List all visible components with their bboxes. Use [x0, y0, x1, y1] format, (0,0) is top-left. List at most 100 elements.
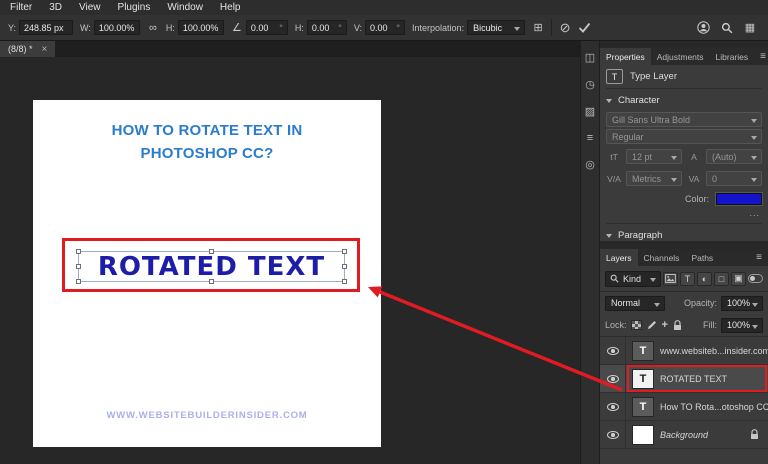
- menu-view[interactable]: View: [79, 2, 101, 13]
- tab-layers[interactable]: Layers: [600, 249, 638, 266]
- lock-fill-row: Lock: + Fill: 100%: [600, 314, 768, 336]
- y-position-input[interactable]: 248.85 px: [19, 20, 73, 35]
- type-layer-thumbnail[interactable]: T: [633, 370, 653, 388]
- transform-bounding-box[interactable]: ROTATED TEXT: [78, 251, 345, 282]
- properties-panel-menu-icon[interactable]: ≡: [754, 48, 768, 65]
- type-layer-icon: T: [606, 69, 623, 84]
- menu-plugins[interactable]: Plugins: [118, 2, 151, 13]
- width-input[interactable]: 100.00%: [94, 20, 140, 35]
- more-options-button[interactable]: ...: [749, 208, 760, 218]
- warp-mode-toggle-icon[interactable]: ⊞: [532, 21, 544, 34]
- layer-name: ROTATED TEXT: [660, 374, 727, 384]
- kind-filter-select[interactable]: Kind: [605, 271, 661, 287]
- adjustment-layer-filter-icon[interactable]: ◐: [697, 272, 712, 286]
- layer-row-how-to-rotate[interactable]: T How TO Rota...otoshop CC?: [600, 393, 768, 421]
- rotated-text[interactable]: ROTATED TEXT: [98, 252, 325, 282]
- eye-cell[interactable]: [600, 421, 626, 448]
- menu-window[interactable]: Window: [167, 2, 203, 13]
- leading-select[interactable]: (Auto): [706, 149, 762, 164]
- tab-channels[interactable]: Channels: [638, 249, 686, 266]
- document-tab[interactable]: (8/8) * ×: [0, 41, 55, 57]
- visibility-eye-icon: [607, 403, 619, 411]
- tracking-select[interactable]: 0: [706, 171, 762, 186]
- tab-properties[interactable]: Properties: [600, 48, 651, 65]
- font-style-select[interactable]: Regular: [606, 129, 762, 144]
- workspace-grid-icon[interactable]: ▦: [744, 21, 756, 34]
- split-columns-panel-icon[interactable]: ◫: [585, 51, 595, 64]
- transform-handle-bottom-center[interactable]: [209, 279, 214, 284]
- layers-panel-body: Kind T ◐ □ ▣ Normal Opacity: 100%: [600, 266, 768, 464]
- tab-paths[interactable]: Paths: [685, 249, 719, 266]
- lock-transparent-pixels-icon[interactable]: [631, 320, 642, 330]
- eye-cell[interactable]: [600, 337, 626, 364]
- transform-handle-bottom-right[interactable]: [342, 279, 347, 284]
- target-circle-panel-icon[interactable]: ◎: [585, 158, 595, 171]
- menu-help[interactable]: Help: [220, 2, 241, 13]
- text-color-swatch[interactable]: [716, 193, 762, 205]
- background-layer-thumbnail[interactable]: [633, 426, 653, 444]
- document-tab-title: (8/8) *: [8, 44, 33, 54]
- lock-icons: +: [631, 320, 682, 331]
- cancel-transform-icon[interactable]: ⊘: [559, 20, 571, 36]
- type-layer-thumbnail[interactable]: T: [633, 398, 653, 416]
- tab-libraries[interactable]: Libraries: [710, 48, 755, 65]
- menu-3d[interactable]: 3D: [49, 2, 62, 13]
- canvas-footer-url: WWW.WEBSITEBUILDERINSIDER.COM: [33, 410, 381, 421]
- eye-cell[interactable]: [600, 393, 626, 420]
- visibility-eye-icon: [607, 431, 619, 439]
- paragraph-section-header[interactable]: Paragraph: [606, 226, 762, 241]
- hatched-square-panel-icon[interactable]: ▨: [585, 105, 595, 118]
- tab-adjustments[interactable]: Adjustments: [651, 48, 710, 65]
- transform-handle-top-left[interactable]: [76, 249, 81, 254]
- history-clock-icon[interactable]: ◷: [585, 78, 595, 91]
- transform-handle-top-center[interactable]: [209, 249, 214, 254]
- fill-select[interactable]: 100%: [721, 318, 763, 333]
- lock-image-pixels-icon[interactable]: [647, 320, 657, 330]
- document-canvas: HOW TO ROTATE TEXT IN PHOTOSHOP CC? ROTA…: [33, 100, 381, 447]
- interpolation-select[interactable]: Bicubic: [467, 20, 525, 35]
- account-icon[interactable]: [697, 21, 710, 34]
- right-panel-dock: Properties Adjustments Libraries ≡ T Typ…: [600, 41, 768, 464]
- search-icon[interactable]: [721, 22, 733, 34]
- eye-cell[interactable]: [600, 365, 626, 392]
- font-family-select[interactable]: Gill Sans Ultra Bold: [606, 112, 762, 127]
- pixel-layer-filter-icon[interactable]: [663, 272, 678, 286]
- y-position-group: Y: 248.85 px: [8, 20, 73, 35]
- panel-dock-strip: ◫ ◷ ▨ ≡ ◎: [580, 41, 600, 464]
- blend-mode-select[interactable]: Normal: [605, 296, 665, 311]
- transform-handle-bottom-left[interactable]: [76, 279, 81, 284]
- layers-panel-menu-icon[interactable]: ≡: [750, 249, 768, 266]
- kerning-select[interactable]: Metrics: [626, 171, 682, 186]
- skew-h-input[interactable]: 0.00°: [307, 20, 347, 35]
- rotation-angle-icon: ∠: [231, 21, 243, 34]
- layer-row-websitebuilder[interactable]: T www.websiteb...insider.com: [600, 337, 768, 365]
- layer-row-background[interactable]: Background: [600, 421, 768, 449]
- transform-handle-middle-right[interactable]: [342, 264, 347, 269]
- character-section-header[interactable]: Character: [606, 91, 762, 110]
- height-group: H: 100.00%: [166, 20, 224, 35]
- skew-v-input[interactable]: 0.00°: [365, 20, 405, 35]
- lock-position-icon[interactable]: +: [662, 320, 668, 331]
- transform-handle-middle-left[interactable]: [76, 264, 81, 269]
- opacity-select[interactable]: 100%: [721, 296, 763, 311]
- type-layer-thumbnail[interactable]: T: [633, 342, 653, 360]
- transform-handle-top-right[interactable]: [342, 249, 347, 254]
- close-tab-icon[interactable]: ×: [42, 44, 48, 55]
- filter-toggle-switch[interactable]: [748, 274, 763, 283]
- list-lines-panel-icon[interactable]: ≡: [587, 132, 593, 144]
- menu-filter[interactable]: Filter: [10, 2, 32, 13]
- layer-name: www.websiteb...insider.com: [660, 346, 768, 356]
- layer-row-rotated-text[interactable]: T ROTATED TEXT: [600, 365, 768, 393]
- shape-layer-filter-icon[interactable]: □: [714, 272, 729, 286]
- search-icon: [610, 274, 619, 283]
- maintain-aspect-ratio-icon[interactable]: ∞: [147, 22, 159, 34]
- commit-transform-icon[interactable]: [578, 22, 591, 33]
- rotation-input[interactable]: 0.00°: [246, 20, 288, 35]
- height-input[interactable]: 100.00%: [178, 20, 224, 35]
- background-lock-icon[interactable]: [750, 429, 759, 440]
- lock-label: Lock:: [605, 320, 627, 330]
- font-size-select[interactable]: 12 pt: [626, 149, 682, 164]
- smart-object-filter-icon[interactable]: ▣: [731, 272, 746, 286]
- lock-all-icon[interactable]: [673, 320, 682, 331]
- type-layer-filter-icon[interactable]: T: [680, 272, 695, 286]
